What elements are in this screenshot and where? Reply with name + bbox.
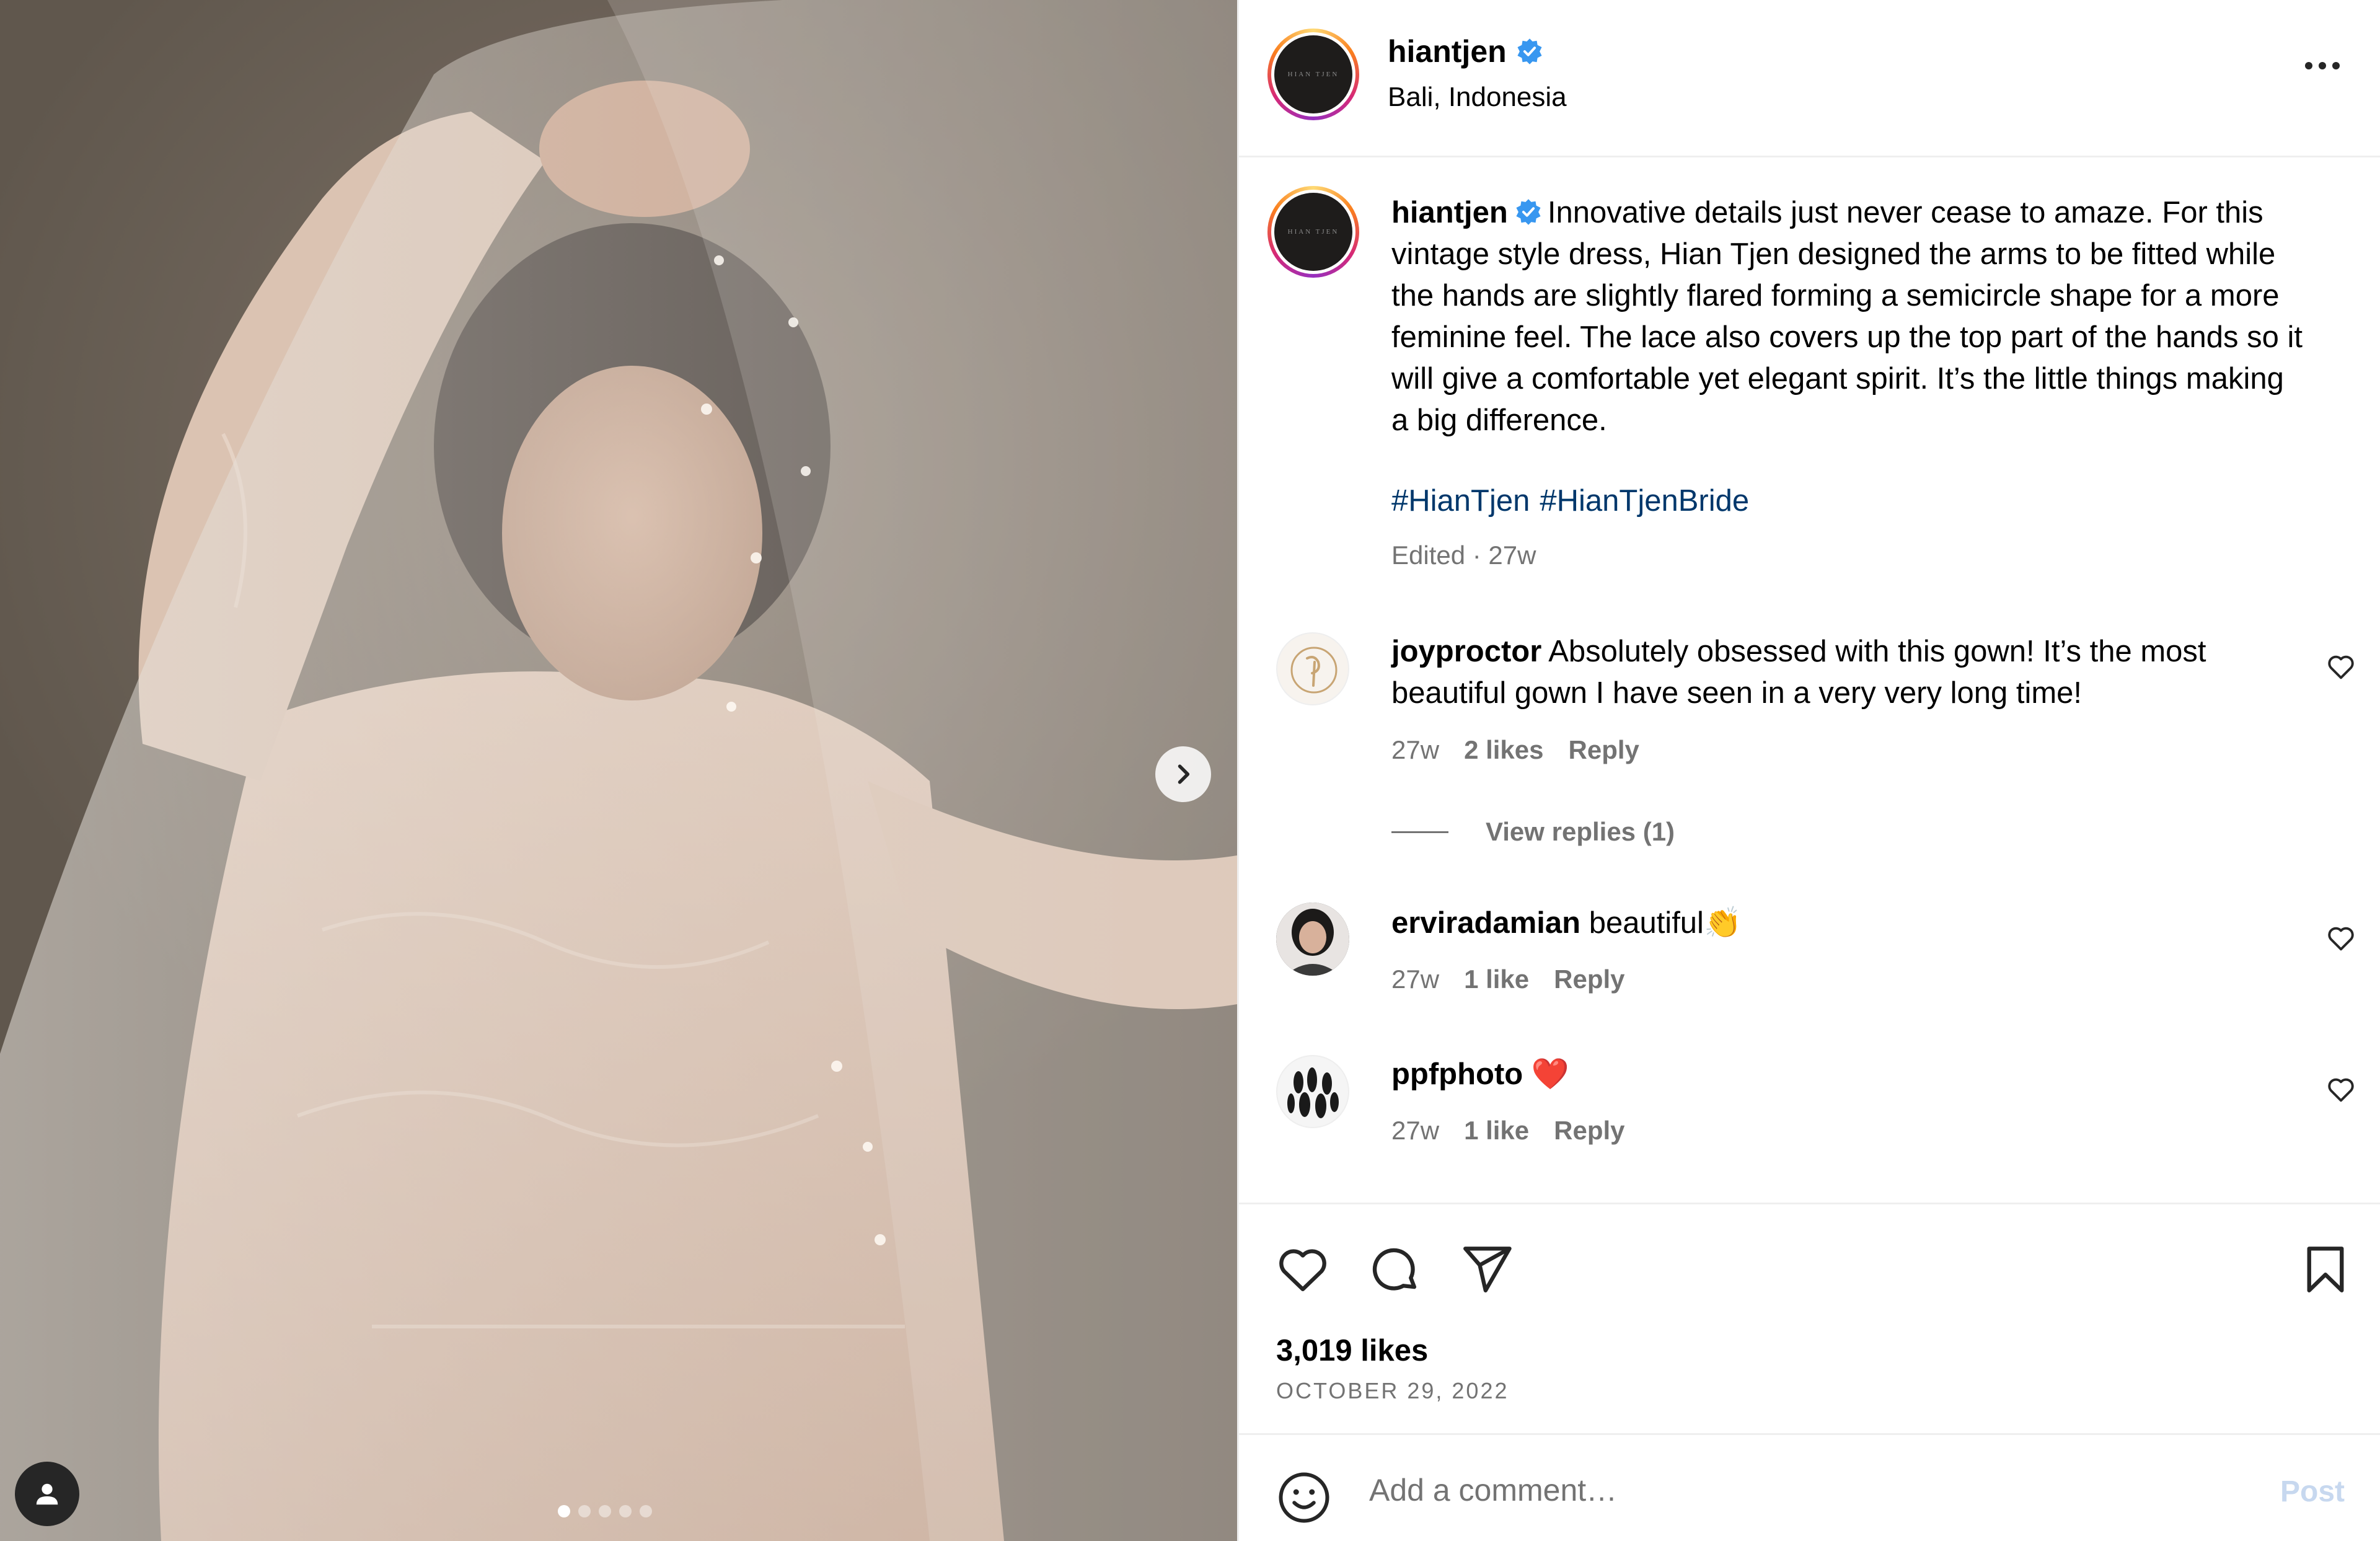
post-date: OCTOBER 29, 2022 <box>1276 1378 1509 1403</box>
comment-text: beautiful👏 <box>1589 906 1742 940</box>
comment-likes[interactable]: 1 like <box>1464 965 1529 994</box>
share-icon[interactable] <box>1458 1242 1514 1297</box>
tagged-users-button[interactable] <box>15 1462 79 1526</box>
profile-photo <box>1276 903 1349 976</box>
comment-meta: 27w 2 likes Reply <box>1391 735 1639 765</box>
comment-composer: Post <box>1239 1433 2380 1541</box>
commenter-avatar[interactable] <box>1276 903 1349 976</box>
bookmark-icon[interactable] <box>2298 1242 2353 1297</box>
view-replies-button[interactable]: View replies (1) <box>1391 817 1675 847</box>
like-count[interactable]: 3,019 likes <box>1276 1333 1428 1368</box>
carousel-indicator <box>558 1505 652 1517</box>
next-slide-button[interactable] <box>1155 746 1211 802</box>
caption-text: Innovative details just never cease to a… <box>1391 196 2303 437</box>
comment-age: 27w <box>1391 965 1440 994</box>
comment-reply-button[interactable]: Reply <box>1554 965 1624 994</box>
comment-like-icon[interactable] <box>2325 651 2357 683</box>
author-avatar-logo: HIAN TJEN <box>1274 35 1352 113</box>
view-replies-label: View replies (1) <box>1486 817 1675 846</box>
comment-likes[interactable]: 1 like <box>1464 1116 1529 1145</box>
post-details-panel: HIAN TJEN hiantjen Bali, Indonesia HIAN … <box>1237 0 2380 1541</box>
comment-username[interactable]: joyproctor <box>1391 635 1541 668</box>
comment-body: erviradamian beautiful👏 <box>1391 903 2265 944</box>
user-tag-icon <box>36 1483 58 1505</box>
post-location[interactable]: Bali, Indonesia <box>1388 82 1567 113</box>
emoji-icon[interactable] <box>1276 1470 1332 1526</box>
post-header: HIAN TJEN hiantjen Bali, Indonesia <box>1239 0 2380 157</box>
monogram-logo <box>1290 647 1338 694</box>
comment-meta: 27w 1 like Reply <box>1391 1116 1625 1146</box>
post-actions: 3,019 likes OCTOBER 29, 2022 <box>1239 1203 2380 1433</box>
hashtag-link[interactable]: #HianTjen <box>1391 484 1530 518</box>
verified-badge-icon <box>1516 199 1541 225</box>
author-avatar[interactable]: HIAN TJEN <box>1267 29 1359 120</box>
commenter-avatar[interactable] <box>1276 1055 1349 1128</box>
carousel-dot <box>578 1505 591 1517</box>
commenter-avatar[interactable] <box>1276 632 1349 705</box>
comment-like-icon[interactable] <box>2325 1074 2357 1106</box>
comment-body: joyproctor Absolutely obsessed with this… <box>1391 631 2265 714</box>
post-caption: hiantjen Innovative details just never c… <box>1391 192 2303 441</box>
caption-meta: Edited · 27w <box>1391 541 1536 570</box>
hashtag-link[interactable]: #HianTjenBride <box>1540 484 1749 518</box>
caption-hashtags: #HianTjen #HianTjenBride <box>1391 483 1759 518</box>
comment-age: 27w <box>1391 1116 1440 1145</box>
comment-meta: 27w 1 like Reply <box>1391 965 1625 994</box>
comment-username[interactable]: ppfphoto <box>1391 1058 1523 1091</box>
caption-avatar-logo: HIAN TJEN <box>1274 193 1352 271</box>
post-comment-button[interactable]: Post <box>2280 1475 2345 1509</box>
carousel-dot <box>599 1505 611 1517</box>
verified-badge-icon <box>1517 38 1542 64</box>
comment-reply-button[interactable]: Reply <box>1569 735 1639 764</box>
heart-icon[interactable] <box>1275 1242 1331 1297</box>
comment-input[interactable] <box>1369 1472 2206 1508</box>
comment-age: 27w <box>1391 735 1440 764</box>
author-username[interactable]: hiantjen <box>1388 33 1507 69</box>
comment-username[interactable]: erviradamian <box>1391 906 1580 940</box>
carousel-dot <box>619 1505 632 1517</box>
caption-username[interactable]: hiantjen <box>1391 196 1508 229</box>
replies-divider-line <box>1391 831 1448 833</box>
comment-reply-button[interactable]: Reply <box>1554 1116 1624 1145</box>
comment-text: ❤️ <box>1531 1058 1569 1091</box>
caption-avatar[interactable]: HIAN TJEN <box>1267 186 1359 278</box>
chevron-right-icon <box>1178 764 1190 784</box>
carousel-dot <box>640 1505 652 1517</box>
profile-photo <box>1287 1067 1339 1118</box>
comment-like-icon[interactable] <box>2325 922 2357 955</box>
comment-body: ppfphoto ❤️ <box>1391 1054 2265 1095</box>
comment-likes[interactable]: 2 likes <box>1464 735 1543 764</box>
more-options-icon[interactable] <box>2304 60 2341 72</box>
post-media[interactable] <box>0 0 1237 1541</box>
post-photo <box>0 0 1237 1541</box>
comment-icon[interactable] <box>1367 1242 1422 1297</box>
carousel-dot <box>558 1505 570 1517</box>
author-name-row: hiantjen <box>1388 33 1544 69</box>
